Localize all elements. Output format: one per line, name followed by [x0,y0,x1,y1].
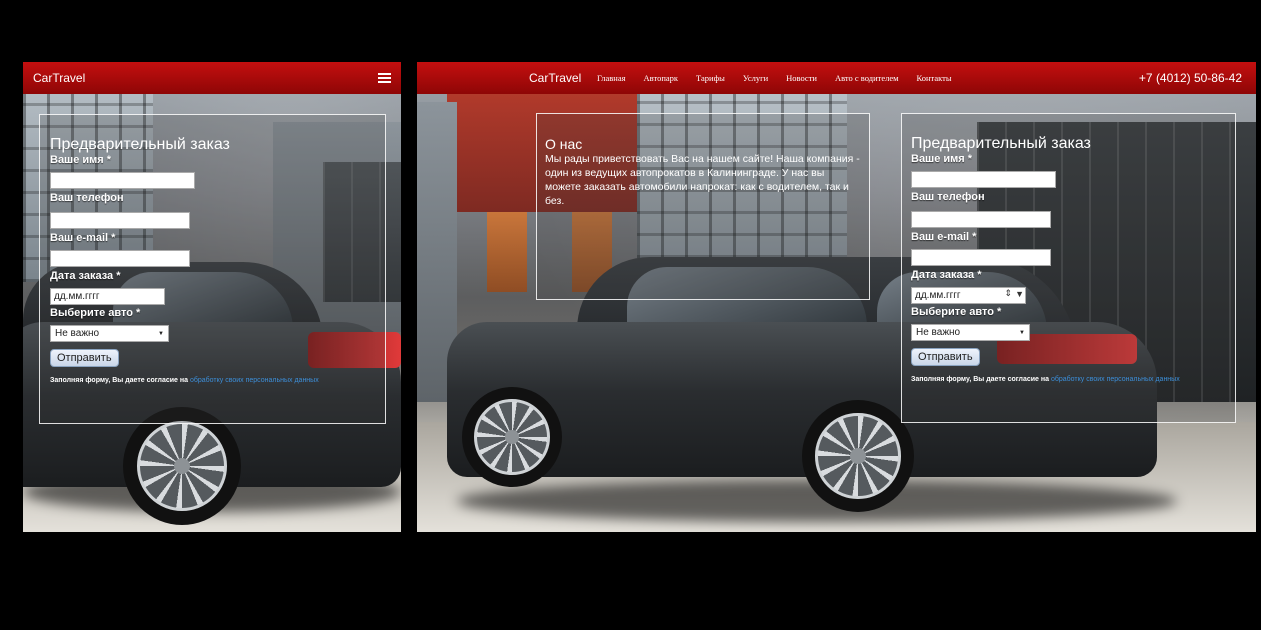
phone-label: Ваш телефон [50,192,124,204]
navbar: CarTravel [23,62,401,94]
hamburger-menu-icon[interactable] [378,73,391,83]
name-input[interactable] [50,172,195,189]
desktop-view: CarTravel Главная Автопарк Тарифы Услуги… [417,62,1256,532]
name-label: Ваше имя * [50,154,112,166]
date-spinner-icon[interactable]: ⇕ [1005,288,1013,299]
phone-label: Ваш телефон [911,191,985,203]
name-input[interactable] [911,171,1056,188]
consent-text: Заполняя форму, Вы даете согласие на обр… [911,376,1180,383]
nav-item-services[interactable]: Услуги [743,73,768,83]
consent-link[interactable]: обработку своих персональных данных [190,377,319,384]
email-label: Ваш e-mail * [911,231,977,243]
nav-item-car-with-driver[interactable]: Авто с водителем [835,73,899,83]
name-label: Ваше имя * [911,153,973,165]
date-label: Дата заказа * [50,270,121,282]
email-input[interactable] [911,249,1051,266]
nav-item-news[interactable]: Новости [786,73,817,83]
select-arrow-icon: ▼ [1019,329,1025,336]
brand-logo[interactable]: CarTravel [529,71,581,85]
date-field[interactable]: дд.мм.гггг [50,288,165,305]
car-select[interactable]: Не важно ▼ [50,325,169,342]
car-label: Выберите авто * [911,306,1002,318]
phone-input[interactable] [50,212,190,229]
consent-prefix: Заполняя форму, Вы даете согласие на [911,376,1051,383]
select-arrow-icon: ▼ [158,330,164,337]
background-building [487,212,527,292]
nav-item-fleet[interactable]: Автопарк [644,73,679,83]
date-dropdown-icon[interactable]: ▼ [1015,289,1024,299]
order-form-box: Предварительный заказ Ваше имя * Ваш тел… [39,114,386,424]
mobile-view: CarTravel Предварительный заказ Ваше имя… [23,62,401,532]
order-form-box: Предварительный заказ Ваше имя * Ваш тел… [901,113,1236,423]
nav-item-tariffs[interactable]: Тарифы [696,73,725,83]
car-label: Выберите авто * [50,307,141,319]
consent-prefix: Заполняя форму, Вы даете согласие на [50,377,190,384]
nav-item-contacts[interactable]: Контакты [917,73,952,83]
about-text: Мы рады приветствовать Вас на нашем сайт… [545,153,860,207]
form-title: Предварительный заказ [911,135,1091,152]
form-title: Предварительный заказ [50,136,230,153]
brand-logo[interactable]: CarTravel [33,71,85,85]
date-input[interactable]: дд.мм.гггг [50,288,165,305]
navbar: CarTravel Главная Автопарк Тарифы Услуги… [417,62,1256,94]
car-select-value: Не важно [916,327,961,338]
car-wheel [802,400,914,512]
submit-button[interactable]: Отправить [911,348,980,366]
screenshot-frame: CarTravel Предварительный заказ Ваше имя… [0,0,1261,630]
about-box: О нас Мы рады приветствовать Вас на наше… [536,113,870,300]
car-select-value: Не важно [55,328,100,339]
email-label: Ваш e-mail * [50,232,116,244]
phone-number[interactable]: +7 (4012) 50-86-42 [1139,71,1242,85]
consent-link[interactable]: обработку своих персональных данных [1051,376,1180,383]
phone-input[interactable] [911,211,1051,228]
nav-item-home[interactable]: Главная [597,73,626,83]
date-field[interactable]: дд.мм.гггг ⇕ ▼ [911,287,1026,304]
submit-button[interactable]: Отправить [50,349,119,367]
date-controls: ⇕ ▼ [1005,288,1024,299]
car-select[interactable]: Не важно ▼ [911,324,1030,341]
car-wheel [123,407,241,525]
about-title: О нас [545,136,583,152]
consent-text: Заполняя форму, Вы даете согласие на обр… [50,377,319,384]
main-menu: Главная Автопарк Тарифы Услуги Новости А… [597,73,970,83]
car-wheel [462,387,562,487]
date-label: Дата заказа * [911,269,982,281]
email-input[interactable] [50,250,190,267]
